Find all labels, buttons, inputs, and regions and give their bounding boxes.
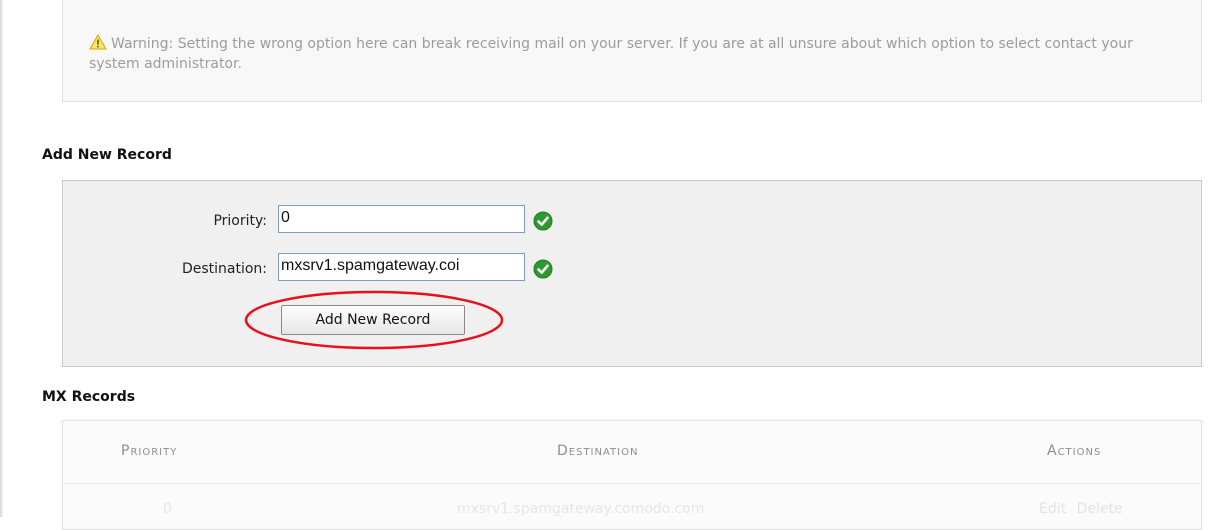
priority-label: Priority: [213,213,267,229]
warning-box: Warning: Setting the wrong option here c… [62,0,1202,102]
header-divider [63,483,1201,484]
page-left-border [0,0,3,517]
row-actions-cell: Edit Delete [1039,501,1123,517]
delete-record-link[interactable]: Delete [1077,501,1123,517]
column-header-destination[interactable]: Destination [557,443,638,459]
mx-records-table: Priority Destination Actions 0 mxsrv1.sp… [62,420,1202,530]
warning-message: Warning: Setting the wrong option here c… [89,34,1179,74]
column-header-priority[interactable]: Priority [121,443,177,459]
destination-input[interactable]: mxsrv1.spamgateway.coi [278,253,525,281]
add-new-record-button[interactable]: Add New Record [281,305,465,335]
row-destination-cell: mxsrv1.spamgateway.comodo.com [457,501,705,517]
row-priority-cell: 0 [163,501,172,517]
priority-valid-checkmark-icon [533,211,553,231]
add-record-heading: Add New Record [42,147,172,163]
add-record-panel: Priority: 0 Destination: mxsrv1.spamgate… [62,180,1202,367]
mx-records-heading: MX Records [42,389,136,405]
priority-input[interactable]: 0 [278,205,525,233]
edit-record-link[interactable]: Edit [1039,501,1066,517]
warning-text: Warning: Setting the wrong option here c… [89,36,1133,72]
destination-label: Destination: [181,261,267,277]
warning-triangle-icon [89,34,107,50]
destination-valid-checkmark-icon [533,259,553,279]
column-header-actions: Actions [1047,443,1102,459]
